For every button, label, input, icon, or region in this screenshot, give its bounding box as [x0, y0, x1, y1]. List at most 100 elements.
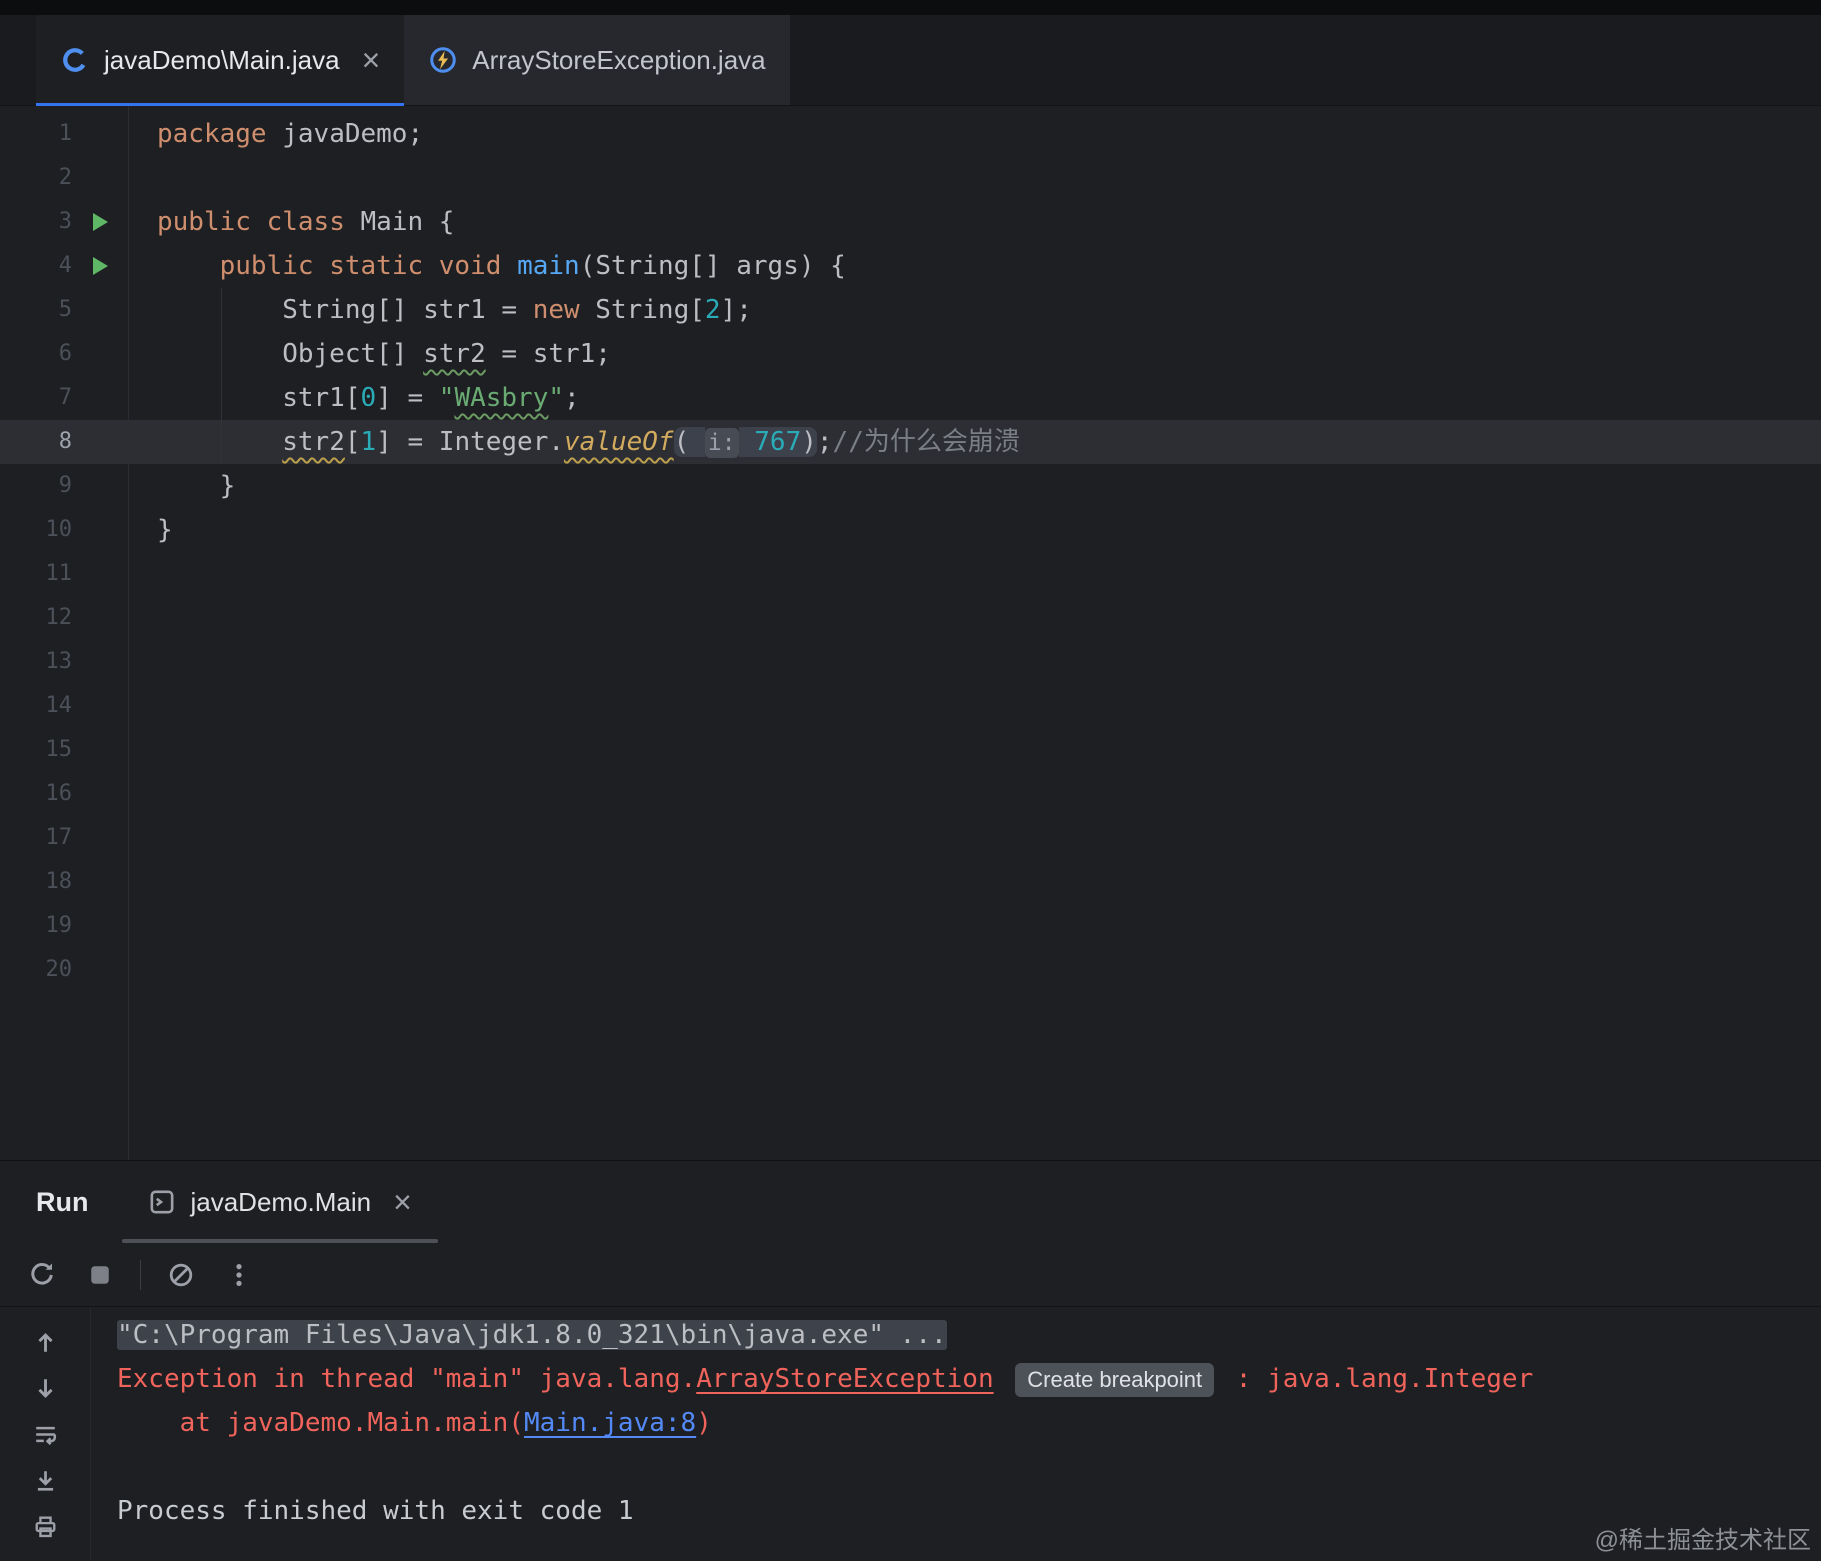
editor-line[interactable]: 5 String[] str1 = new String[2];	[0, 288, 1821, 332]
gutter-icon-cell	[72, 860, 128, 904]
line-number: 19	[45, 913, 73, 938]
editor-line[interactable]: 19	[0, 904, 1821, 948]
editor-line[interactable]: 14	[0, 684, 1821, 728]
gutter-icon-cell	[72, 552, 128, 596]
code-editor[interactable]: 1 package javaDemo; 2 3 public class Main {4…	[0, 106, 1821, 1160]
line-number: 15	[45, 737, 73, 762]
line-number: 16	[45, 781, 73, 806]
gutter-icon-cell	[72, 288, 128, 332]
editor-line[interactable]: 20	[0, 948, 1821, 992]
rerun-icon[interactable]	[28, 1261, 56, 1289]
line-number: 9	[58, 473, 72, 498]
editor-line[interactable]: 3 public class Main {	[0, 200, 1821, 244]
run-panel-header: Run javaDemo.Main ×	[0, 1161, 1821, 1243]
close-tab-icon[interactable]: ×	[362, 44, 381, 76]
line-number: 20	[45, 957, 73, 982]
tab-arraystoreexception-java[interactable]: ArrayStoreException.java	[404, 15, 790, 105]
gutter-icon-cell[interactable]	[72, 200, 128, 244]
line-number: 3	[58, 209, 72, 234]
console-line: "C:\Program Files\Java\jdk1.8.0_321\bin\…	[117, 1313, 1821, 1357]
watermark: @稀土掘金技术社区	[1594, 1527, 1811, 1554]
editor-line[interactable]: 12	[0, 596, 1821, 640]
line-number: 8	[58, 429, 72, 454]
window-top-edge	[0, 0, 1821, 15]
editor-line[interactable]: 17	[0, 816, 1821, 860]
editor-lines: 1 package javaDemo; 2 3 public class Main {4…	[0, 106, 1821, 992]
gutter-icon-cell	[72, 376, 128, 420]
editor-line[interactable]: 18	[0, 860, 1821, 904]
editor-line[interactable]: 16	[0, 772, 1821, 816]
print-icon[interactable]	[32, 1513, 59, 1540]
console-text: )	[696, 1408, 712, 1438]
console-line: Exception in thread "main" java.lang.Arr…	[117, 1357, 1821, 1401]
gutter-icon-cell	[72, 112, 128, 156]
editor-line[interactable]: 10}	[0, 508, 1821, 552]
editor-line[interactable]: 1 package javaDemo;	[0, 112, 1821, 156]
run-line-icon[interactable]	[92, 213, 108, 231]
line-number: 17	[45, 825, 73, 850]
gutter-icon-cell	[72, 508, 128, 552]
editor-line[interactable]: 13	[0, 640, 1821, 684]
gutter-icon-cell	[72, 772, 128, 816]
line-number: 2	[58, 165, 72, 190]
tab-label: javaDemo\Main.java	[104, 44, 340, 75]
code-text: str1[0] = "WAsbry";	[157, 383, 580, 413]
code-text: String[] str1 = new String[2];	[157, 295, 752, 325]
code-text: }	[157, 515, 173, 545]
scroll-up-icon[interactable]	[32, 1329, 59, 1356]
editor-line[interactable]: 4 public static void main(String[] args)…	[0, 244, 1821, 288]
console-toolbar	[0, 1307, 91, 1561]
editor-line[interactable]: 15	[0, 728, 1821, 772]
exception-class-link[interactable]: ArrayStoreException	[696, 1364, 993, 1394]
java-class-icon	[60, 45, 90, 75]
line-number: 1	[58, 121, 72, 146]
process-exit-message: Process finished with exit code 1	[117, 1496, 634, 1526]
line-number: 11	[45, 561, 73, 586]
line-number: 4	[58, 253, 72, 278]
gutter-icon-cell	[72, 816, 128, 860]
gutter-icon-cell	[72, 156, 128, 200]
gutter-separator	[128, 106, 129, 1160]
console-text: : java.lang.Integer	[1220, 1364, 1534, 1394]
editor-line[interactable]: 7 str1[0] = "WAsbry";	[0, 376, 1821, 420]
scroll-to-end-icon[interactable]	[32, 1467, 59, 1494]
console-text: at javaDemo.Main.main(	[117, 1408, 524, 1438]
editor-line[interactable]: 2	[0, 156, 1821, 200]
create-breakpoint-button[interactable]: Create breakpoint	[1015, 1362, 1215, 1397]
editor-line[interactable]: 6 Object[] str2 = str1;	[0, 332, 1821, 376]
gutter-icon-cell	[72, 596, 128, 640]
run-tab-label: javaDemo.Main	[190, 1186, 372, 1217]
gutter-icon-cell	[72, 904, 128, 948]
editor-line[interactable]: 9 }	[0, 464, 1821, 508]
run-line-icon[interactable]	[92, 257, 108, 275]
run-toolbar	[0, 1243, 1821, 1307]
more-options-icon[interactable]	[225, 1261, 253, 1289]
gutter-icon-cell[interactable]	[72, 244, 128, 288]
console-icon	[148, 1188, 176, 1216]
scroll-down-icon[interactable]	[32, 1375, 59, 1402]
tab-main-java[interactable]: javaDemo\Main.java ×	[36, 15, 405, 106]
code-text: package javaDemo;	[157, 119, 424, 149]
soft-wrap-icon[interactable]	[32, 1421, 59, 1448]
tab-label: ArrayStoreException.java	[472, 44, 766, 75]
line-number: 6	[58, 341, 72, 366]
run-tab[interactable]: javaDemo.Main ×	[122, 1161, 439, 1243]
code-text: Object[] str2 = str1;	[157, 339, 611, 369]
gutter-icon-cell	[72, 640, 128, 684]
console-output[interactable]: "C:\Program Files\Java\jdk1.8.0_321\bin\…	[91, 1307, 1821, 1561]
stop-icon[interactable]	[86, 1261, 114, 1289]
clear-output-icon[interactable]	[167, 1261, 195, 1289]
close-run-tab-icon[interactable]: ×	[393, 1186, 412, 1218]
editor-line[interactable]: 11	[0, 552, 1821, 596]
stack-frame-link[interactable]: Main.java:8	[524, 1408, 696, 1438]
editor-line[interactable]: 8 str2[1] = Integer.valueOf( i: 767);//为…	[0, 420, 1821, 464]
